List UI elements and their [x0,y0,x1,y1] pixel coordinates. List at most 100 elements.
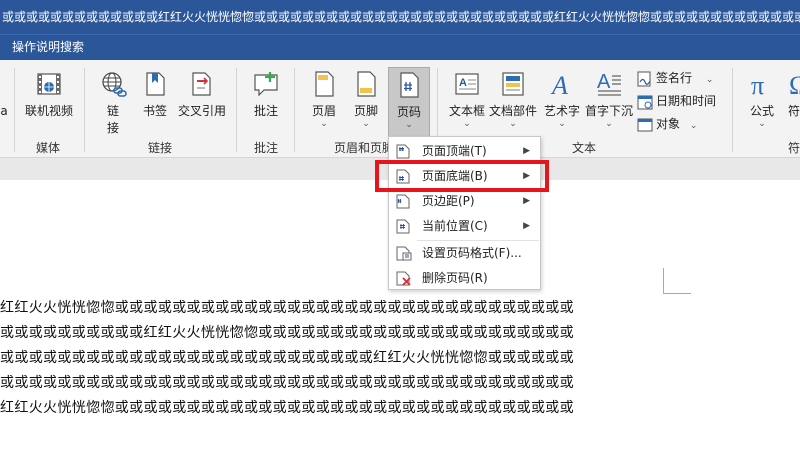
current-position-icon [396,219,410,234]
quick-parts-icon [502,72,524,96]
menu-item-page-margins[interactable]: 页边距(P) ▶ [389,189,540,214]
menu-item-remove-page-numbers[interactable]: 删除页码(R) [389,266,540,291]
document-line[interactable]: 或或或或或或或或或或或或或或或或或或或或或或或或或或红红火火恍恍惚惚或或或或或或 [0,347,574,367]
group-label-text: 文本 [572,141,597,155]
menu-item-format-page-numbers[interactable]: 设置页码格式(F)... [389,241,540,266]
submenu-arrow-icon: ▶ [523,221,530,231]
omega-icon: Ω [789,71,800,98]
submenu-arrow-icon: ▶ [523,196,530,206]
annotation-highlight-box [375,160,549,192]
document-line[interactable]: 红红火火恍恍惚惚或或或或或或或或或或或或或或或或或或或或或或或或或或或或或或或或 [0,397,574,417]
group-label-symbols: 符 [788,141,800,155]
page-number-button[interactable]: 页码 ⌄ [388,67,430,137]
page-number-label: 页码 [396,105,421,119]
link-label-line2: 接 [106,121,119,135]
menu-item-label: 当前位置(C) [422,219,488,233]
header-icon [315,71,334,97]
group-divider [294,68,295,152]
bookmark-label: 书签 [142,104,167,118]
cross-reference-button[interactable]: 交叉引用 [176,70,228,119]
quick-parts-button[interactable]: 文档部件 ⌄ [488,70,538,129]
drop-cap-button[interactable]: A 首字下沉 ⌄ [584,70,634,129]
tellbar-divider [0,34,800,35]
signature-line-label: 签名行 [656,71,693,85]
bookmark-button[interactable]: 书签 [138,70,172,119]
page-number-icon [400,72,419,98]
object-dropdown-icon: ⌄ [689,121,698,131]
title-bar: 或或或或或或或或或或或或或红红火火恍恍惚惚或或或或或或或或或或或或或或或或或或或… [0,0,800,34]
wordart-icon: A [550,71,568,98]
date-time-label: 日期和时间 [656,94,717,108]
equation-dropdown-icon: ⌄ [758,119,766,129]
online-video-button[interactable]: 联机视频 [22,70,76,119]
signature-icon [637,71,651,86]
equation-button[interactable]: π 公式 ⌄ [742,70,782,129]
comment-icon [254,72,278,97]
margin-corner-mark [663,268,691,294]
group-divider [84,68,85,152]
pi-icon: π [751,71,764,98]
link-button[interactable]: 链 接 [94,70,132,136]
drop-cap-icon: A [597,71,621,96]
drop-cap-dropdown-icon: ⌄ [605,119,613,129]
drop-cap-label: 首字下沉 [584,104,633,118]
signature-line-button[interactable]: 签名行 ⌄ [637,68,713,88]
object-icon [637,118,653,131]
word-window: 或或或或或或或或或或或或或红红火火恍恍惚惚或或或或或或或或或或或或或或或或或或或… [0,0,800,450]
text-box-label: 文本框 [448,104,485,118]
wordart-button[interactable]: A 艺术字 ⌄ [540,70,584,129]
document-line[interactable]: 红红火火恍恍惚惚或或或或或或或或或或或或或或或或或或或或或或或或或或或或或或或或 [0,297,574,317]
tell-me-search[interactable]: 操作说明搜索 [12,34,84,60]
symbol-label: 符 [788,104,800,118]
group-label-header-footer: 页眉和页脚 [334,141,395,155]
bookmark-icon [146,72,165,96]
footer-button[interactable]: 页脚 ⌄ [346,70,386,129]
new-comment-button[interactable]: 批注 [246,70,286,119]
wordart-label: 艺术字 [543,104,580,118]
date-time-button[interactable]: 日期和时间 [637,91,716,111]
object-label: 对象 [656,117,681,131]
partial-left-button[interactable]: a [0,104,8,118]
quick-parts-label: 文档部件 [488,104,537,118]
group-divider [14,68,15,152]
online-video-label: 联机视频 [24,104,73,118]
footer-dropdown-icon: ⌄ [362,119,370,129]
svg-text:A: A [597,71,611,93]
link-label-line1: 链 [106,104,119,118]
page-margin-icon [396,194,410,209]
document-line[interactable]: 或或或或或或或或或或或或或或或或或或或或或或或或或或或或或或或或或或或或或或或或 [0,372,574,392]
footer-icon [357,71,376,97]
title-text: 或或或或或或或或或或或或或红红火火恍恍惚惚或或或或或或或或或或或或或或或或或或或… [2,10,800,24]
document-line[interactable]: 或或或或或或或或或或红红火火恍恍惚惚或或或或或或或或或或或或或或或或或或或或或或 [0,322,574,342]
tell-me-bar: 操作说明搜索 [0,34,800,60]
header-button[interactable]: 页眉 ⌄ [304,70,344,129]
group-divider [236,68,237,152]
group-label-media: 媒体 [36,141,61,155]
cross-reference-label: 交叉引用 [177,104,226,118]
header-dropdown-icon: ⌄ [320,119,328,129]
partial-left-label: a [0,104,8,118]
text-box-dropdown-icon: ⌄ [463,119,471,129]
group-label-links: 链接 [148,141,173,155]
new-comment-label: 批注 [253,104,278,118]
cross-reference-icon [192,72,211,96]
symbol-button[interactable]: Ω 符 [788,70,800,119]
format-page-number-icon [396,246,412,261]
group-divider [732,68,733,152]
page-number-dropdown-icon: ⌄ [405,120,413,130]
remove-page-number-icon [396,271,411,286]
header-label: 页眉 [311,104,336,118]
menu-item-current-position[interactable]: 当前位置(C) ▶ [389,214,540,239]
calendar-icon [637,95,653,109]
text-box-button[interactable]: A 文本框 ⌄ [446,70,488,129]
film-icon [37,73,61,95]
wordart-dropdown-icon: ⌄ [558,119,566,129]
svg-text:Ω: Ω [789,71,800,98]
footer-label: 页脚 [353,104,378,118]
menu-item-label: 页边距(P) [422,194,475,208]
text-box-icon: A [455,73,479,95]
quick-parts-dropdown-icon: ⌄ [509,119,517,129]
object-button[interactable]: 对象 ⌄ [637,114,697,134]
svg-text:π: π [751,71,764,98]
svg-text:A: A [459,77,467,89]
